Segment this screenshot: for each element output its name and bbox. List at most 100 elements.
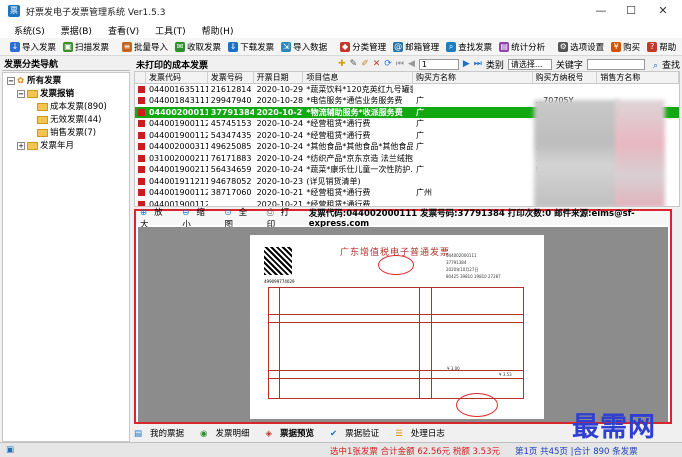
tree-node-cost[interactable]: 成本发票(890)	[3, 101, 129, 114]
col-header-buyer-tax[interactable]: 购买方纳税号	[533, 72, 598, 83]
minimize-button[interactable]: —	[586, 0, 616, 22]
prev-page-icon[interactable]: ◀	[408, 59, 415, 69]
page-select[interactable]: 1	[418, 58, 459, 70]
first-page-icon[interactable]: ⏮	[396, 59, 404, 69]
next-page-icon[interactable]: ▶	[463, 59, 470, 69]
menu-help[interactable]: 帮助(H)	[202, 24, 234, 37]
refresh-icon[interactable]: ⟳	[384, 59, 392, 69]
table-cell: 广	[415, 119, 424, 128]
add-icon[interactable]: ✚	[338, 59, 346, 69]
find-invoice-button[interactable]: ⌕ 查找发票	[446, 41, 492, 53]
tab-invoice-detail[interactable]: ◉ 发票明细	[200, 427, 257, 439]
last-page-icon[interactable]: ⏭	[474, 59, 482, 69]
scan-invoice-button[interactable]: ▣ 扫描发票	[63, 41, 109, 53]
tab-verify[interactable]: ✔ 票据验证	[330, 427, 387, 439]
table-cell: 044001900112	[148, 188, 208, 197]
folder-icon	[27, 89, 38, 98]
options-button[interactable]: ⚙ 选项设置	[558, 41, 604, 53]
tree-node-yearmonth[interactable]: + 发票年月	[3, 140, 129, 153]
collapse-icon[interactable]: −	[17, 89, 25, 98]
table-cell	[597, 84, 679, 96]
import-invoice-button[interactable]: ↓ 导入发票	[10, 41, 56, 53]
table-cell: 49625085	[210, 142, 252, 151]
table-cell: *物流辅助服务*收派服务费	[306, 107, 403, 117]
receive-invoice-button[interactable]: ✉ 收取发票	[175, 41, 221, 53]
redacted-buyer-area	[534, 100, 620, 206]
table-cell: 044001900211	[148, 165, 208, 174]
menu-bills[interactable]: 票据(B)	[61, 24, 92, 37]
buy-button[interactable]: ¥ 购买	[611, 41, 640, 53]
find-icon: ⌕	[446, 41, 457, 52]
maximize-button[interactable]: ☐	[616, 0, 646, 22]
table-row[interactable]: 044001635111 21612814 2020-10-29 *蔬菜饮料*120克…	[135, 84, 679, 96]
expand-icon[interactable]: +	[17, 141, 25, 150]
category-select[interactable]: 请选择...	[507, 58, 552, 70]
table-cell: 54347435	[210, 130, 252, 140]
help-icon: ?	[647, 41, 658, 52]
col-header-seller[interactable]: 销售方名称	[597, 72, 679, 83]
preview-canvas[interactable]: 499099774029 广东增值税电子普通发票 044002000111 37…	[138, 227, 668, 422]
table-cell: (详见销货清单)	[306, 176, 361, 186]
star-icon: ✿	[17, 76, 25, 86]
menu-system[interactable]: 系统(S)	[14, 24, 45, 37]
folder-move-icon[interactable]: ✐	[361, 59, 369, 69]
category-manage-button[interactable]: ◆ 分类管理	[340, 41, 386, 53]
chart-icon: ▤	[499, 41, 510, 52]
batch-import-icon: ≡	[122, 41, 133, 52]
table-cell: *经营租赁*通行费	[306, 119, 371, 128]
app-icon: 票	[8, 5, 20, 17]
table-cell: 76171883	[210, 153, 252, 163]
col-header-code[interactable]: 发票代码	[146, 72, 208, 83]
table-cell: 2020-10-28	[256, 96, 304, 105]
table-cell	[413, 84, 533, 96]
table-cell: *纺织产品*京东京造 法兰绒抱...	[306, 153, 413, 163]
pdf-icon	[135, 107, 146, 119]
batch-import-button[interactable]: ≡ 批量导入	[122, 41, 168, 53]
col-header-item[interactable]: 项目信息	[303, 72, 414, 83]
status-bar: ▣ 选中1张发票 合计金额 62.56元 税额 3.53元 第1页 共45页 |…	[0, 442, 682, 457]
app-window: 票 好票发电子发票管理系统 Ver1.5.3 — ☐ ✕ 系统(S) 票据(B)…	[0, 0, 682, 457]
import-data-icon: ⇲	[281, 41, 292, 52]
col-header-buyer[interactable]: 购买方名称	[413, 72, 533, 83]
table-cell: 29947940	[210, 96, 252, 105]
col-header-date[interactable]: 开票日期	[254, 72, 304, 83]
list-header: 未打印的成本发票 ✚ ✎ ✐ ✕ ⟳ ⏮ ◀ 1 ▶ ⏭ 类别 请选择... 关…	[134, 57, 680, 71]
collapse-icon[interactable]: −	[7, 76, 15, 85]
table-cell: 044002000311	[148, 142, 208, 151]
edit-icon[interactable]: ✎	[350, 59, 358, 69]
table-cell: 2020-10-27	[256, 107, 304, 117]
col-header-number[interactable]: 发票号码	[208, 72, 254, 83]
tab-preview[interactable]: ◈ 票据预览	[265, 427, 322, 439]
mailbox-manage-button[interactable]: @ 邮箱管理	[393, 41, 439, 53]
table-cell: 广	[415, 130, 424, 140]
table-cell: 94678052	[210, 176, 252, 186]
import-data-button[interactable]: ⇲ 导入数据	[281, 41, 327, 53]
table-cell: 044001911211	[148, 176, 208, 186]
category-label: 类别	[485, 60, 504, 71]
close-button[interactable]: ✕	[648, 0, 678, 22]
statistics-button[interactable]: ▤ 统计分析	[499, 41, 545, 53]
table-cell: 广	[415, 96, 424, 105]
tree-node-all[interactable]: − ✿ 所有发票	[3, 75, 129, 88]
title-bar: 票 好票发电子发票管理系统 Ver1.5.3 — ☐ ✕	[0, 0, 682, 22]
tree-node-invalid[interactable]: 无效发票(44)	[3, 114, 129, 127]
menu-view[interactable]: 查看(V)	[108, 24, 139, 37]
tree-node-reimburse[interactable]: − 发票报销	[3, 88, 129, 101]
download-invoice-button[interactable]: ⇓ 下载发票	[228, 41, 274, 53]
delete-icon[interactable]: ✕	[373, 59, 381, 69]
download-icon: ⇓	[228, 41, 239, 52]
help-button[interactable]: ? 帮助	[647, 41, 676, 53]
table-cell: *经营租赁*通行费	[306, 188, 371, 197]
table-cell: 45745153	[210, 119, 252, 128]
search-button[interactable]: ⌕ 查找	[649, 58, 680, 71]
tab-my-bills[interactable]: ▤ 我的票据	[134, 427, 192, 439]
tab-log[interactable]: ☰ 处理日志	[395, 427, 453, 439]
keyword-input[interactable]	[586, 58, 645, 70]
menu-tools[interactable]: 工具(T)	[155, 24, 186, 37]
table-cell: 044001635111	[148, 84, 208, 94]
table-cell: 2020-10-23	[256, 176, 304, 186]
category-icon: ◆	[340, 41, 351, 52]
tree-node-sales[interactable]: 销售发票(7)	[3, 127, 129, 140]
table-cell	[413, 199, 533, 207]
table-cell: 广	[415, 165, 424, 174]
